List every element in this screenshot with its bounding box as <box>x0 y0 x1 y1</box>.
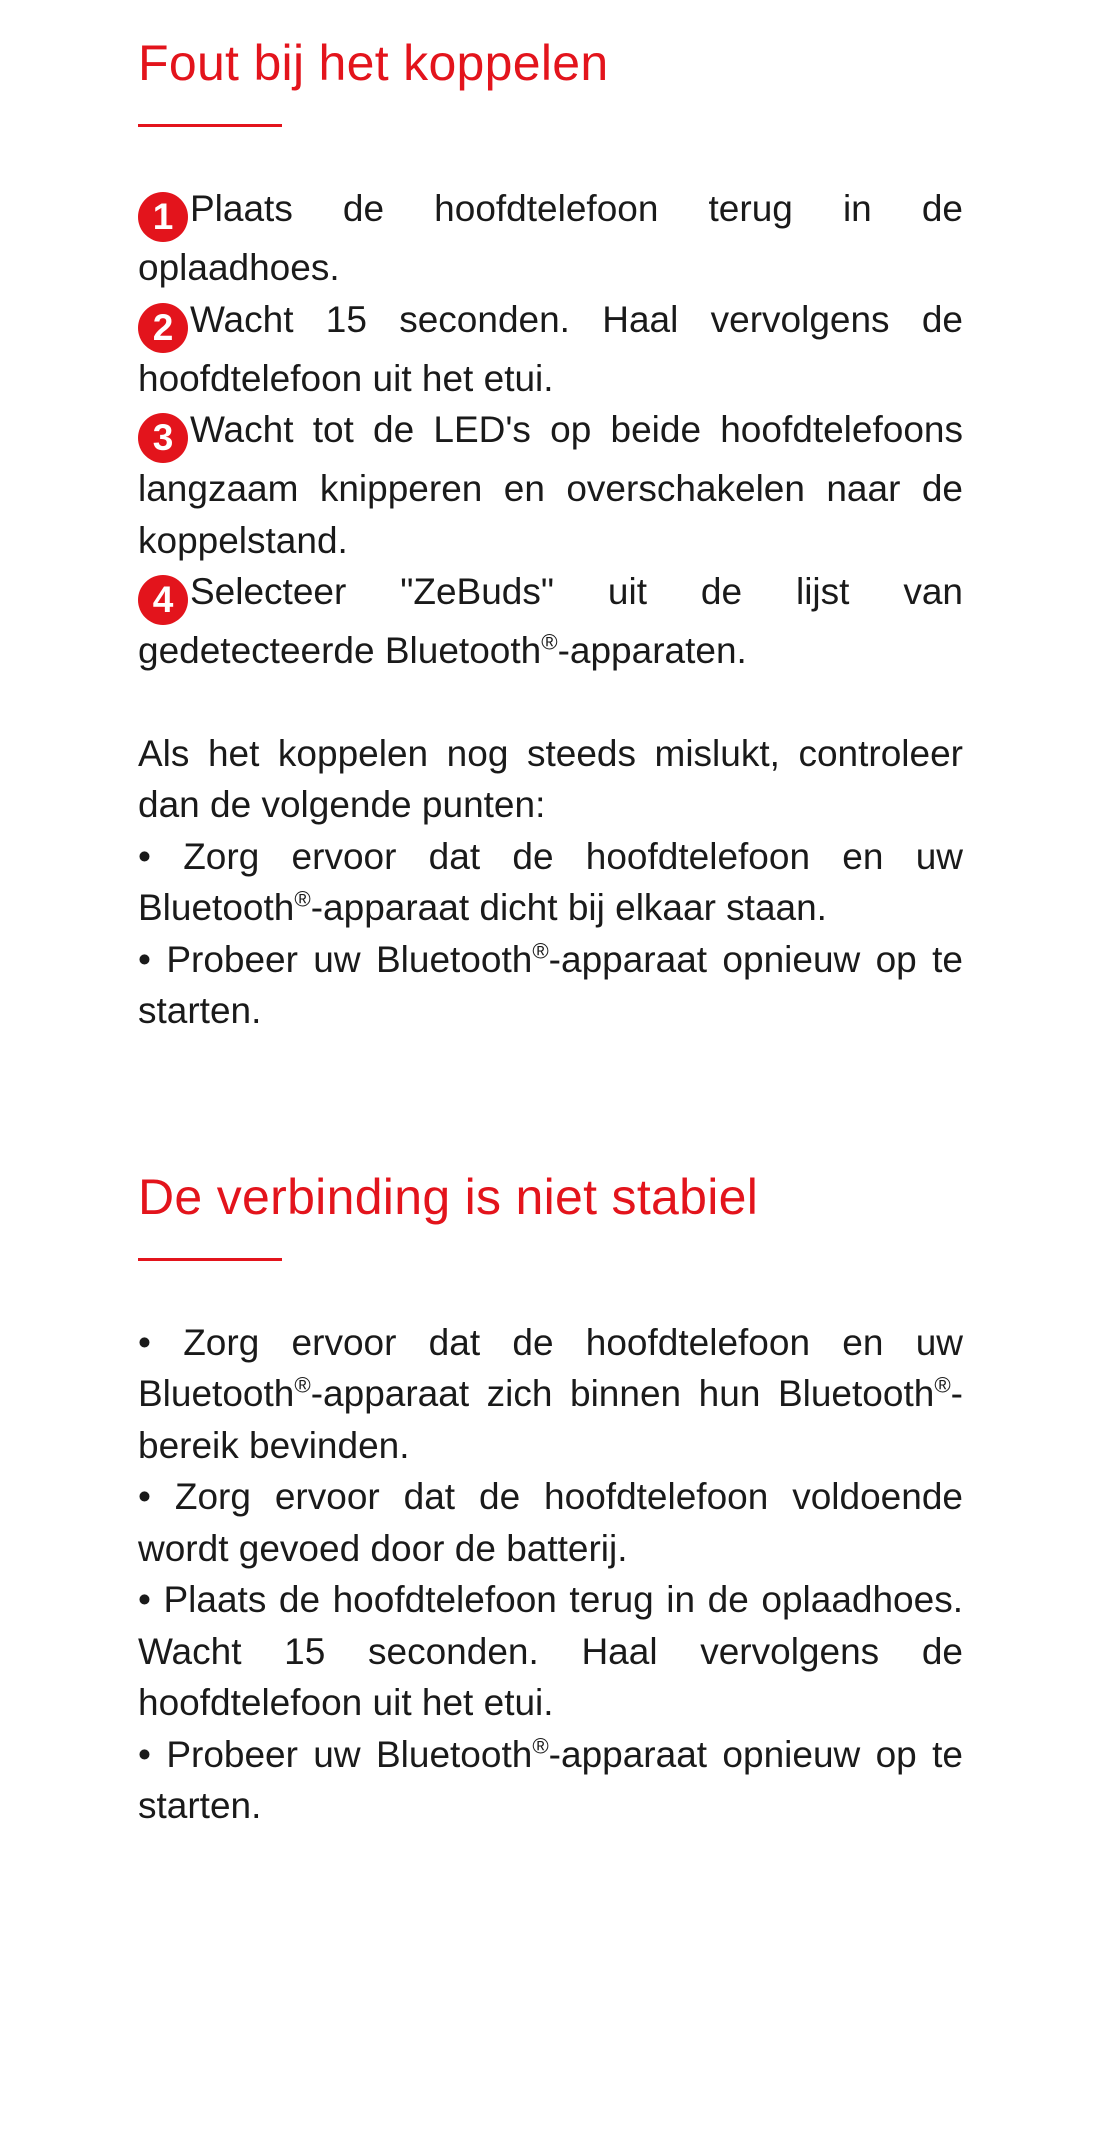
bullet-text: • Probeer uw Bluetooth <box>138 1733 533 1775</box>
step-text: Wacht 15 seconden. Haal vervolgens de ho… <box>138 298 963 399</box>
title-underline <box>138 124 282 127</box>
bullet-item: • Probeer uw Bluetooth®-apparaat opnieuw… <box>138 934 963 1037</box>
bullet-text-end: -apparaat dicht bij elkaar staan. <box>310 887 827 928</box>
bullet-item: • Zorg ervoor dat de hoofdtelefoon en uw… <box>138 831 963 934</box>
section-title-unstable-connection: De verbinding is niet stabiel <box>138 1168 759 1225</box>
bullet-text: • Plaats de hoofdtelefoon terug in de op… <box>138 1579 963 1723</box>
registered-mark: ® <box>934 1372 951 1398</box>
title-underline <box>138 1257 282 1261</box>
section-title-pairing-error: Fout bij het koppelen <box>138 35 609 91</box>
manual-page: Fout bij het koppelen 1 Plaats de hoofdte… <box>138 0 963 1832</box>
registered-mark: ® <box>294 886 311 912</box>
step-number-badge: 4 <box>138 575 188 625</box>
registered-mark: ® <box>532 938 549 964</box>
step-text: Wacht tot de LED's op beide hoofdtelefoo… <box>138 409 963 561</box>
steps-list: 1 Plaats de hoofdtelefoon terug in de opl… <box>138 183 963 677</box>
bullets-list: • Zorg ervoor dat de hoofdtelefoon en uw… <box>138 1317 963 1832</box>
bullet-item: • Probeer uw Bluetooth®-apparaat opnieuw… <box>138 1729 963 1832</box>
step-item: 4 Selecteer "ZeBuds" uit de lijst van ged… <box>138 566 963 677</box>
step-item: 1 Plaats de hoofdtelefoon terug in de opl… <box>138 183 963 294</box>
registered-mark: ® <box>294 1372 311 1398</box>
step-text-end: -apparaten. <box>557 630 747 671</box>
bullet-text: • Zorg ervoor dat de hoofdtelefoon voldo… <box>138 1476 963 1569</box>
step-text: Selecteer "ZeBuds" uit de lijst van gede… <box>138 571 963 671</box>
step-item: 3 Wacht tot de LED's op beide hoofdtelefo… <box>138 404 963 566</box>
bullet-item: • Plaats de hoofdtelefoon terug in de op… <box>138 1574 963 1729</box>
section-pairing-error: Fout bij het koppelen 1 Plaats de hoofdte… <box>138 33 963 1037</box>
bullet-item: • Zorg ervoor dat de hoofdtelefoon voldo… <box>138 1471 963 1574</box>
troubleshoot-intro: Als het koppelen nog steeds mislukt, con… <box>138 732 963 826</box>
section-unstable-connection: De verbinding is niet stabiel • Zorg erv… <box>138 1167 963 1832</box>
bullet-text: • Probeer uw Bluetooth <box>138 938 533 980</box>
bullet-text-middle: -apparaat zich binnen hun Bluetooth <box>310 1373 935 1414</box>
registered-mark: ® <box>541 629 558 655</box>
registered-mark: ® <box>532 1733 549 1759</box>
step-number-badge: 1 <box>138 192 188 242</box>
bullet-item: • Zorg ervoor dat de hoofdtelefoon en uw… <box>138 1317 963 1472</box>
step-text: Plaats de hoofdtelefoon terug in de opla… <box>138 188 963 288</box>
step-number-badge: 2 <box>138 302 188 353</box>
step-item: 2 Wacht 15 seconden. Haal vervolgens de h… <box>138 294 963 405</box>
step-number-badge: 3 <box>138 413 188 463</box>
